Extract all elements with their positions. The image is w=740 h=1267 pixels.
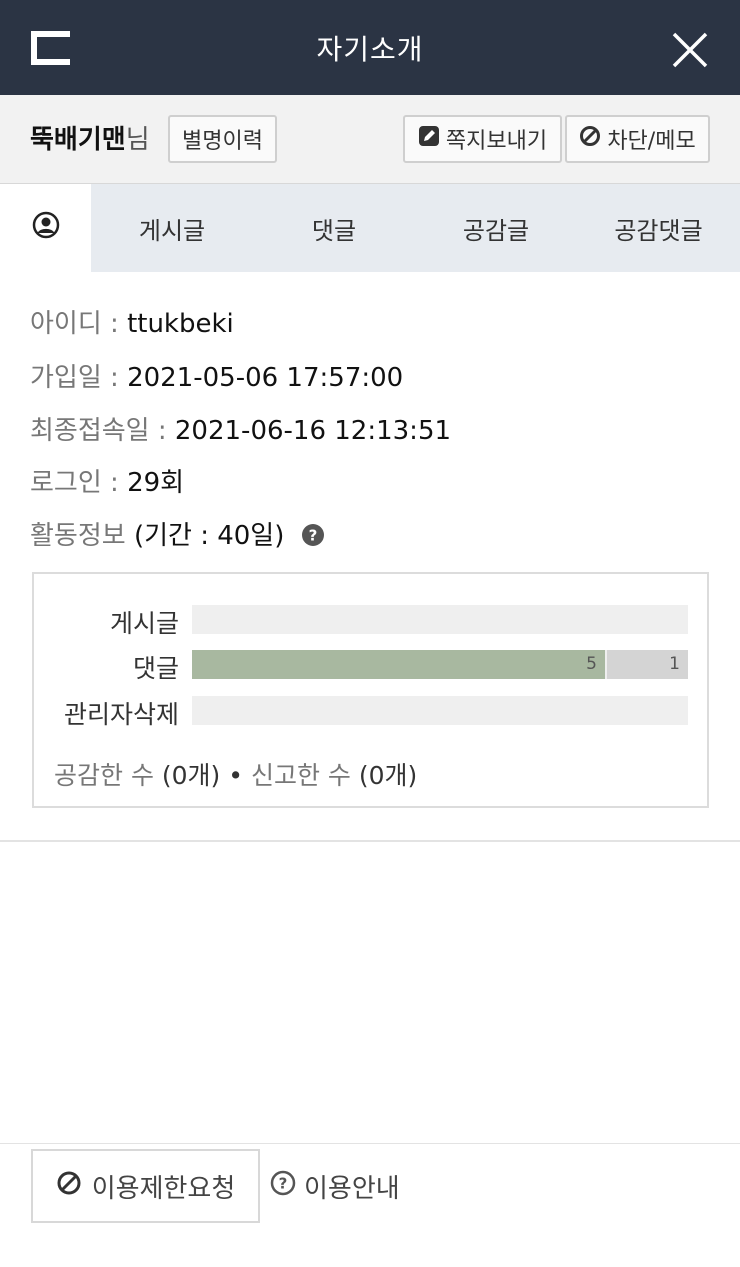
info-joined-label: 가입일 : <box>30 363 128 393</box>
activity-bar-posts <box>192 605 688 634</box>
block-icon <box>56 1170 82 1203</box>
profile-bar: 뚝배기맨님 별명이력 쪽지보내기 차단/메모 <box>0 95 740 184</box>
pencil-icon <box>418 125 440 153</box>
tab-profile[interactable] <box>0 184 91 272</box>
footer-divider <box>0 1143 740 1144</box>
user-circle-icon <box>32 211 60 245</box>
send-message-label: 쪽지보내기 <box>445 129 548 154</box>
nickname-history-label: 별명이력 <box>182 129 263 154</box>
info-activity-period: (기간 : 40일) <box>125 521 285 551</box>
activity-box: 게시글 댓글 5 1 관리자삭제 공감한 수 (0개) • 신고한 수 (0개) <box>32 572 709 808</box>
info-id: 아이디 : ttukbeki <box>30 303 234 340</box>
activity-row-label: 관리자삭제 <box>63 700 179 729</box>
svg-text:?: ? <box>279 1175 288 1193</box>
close-icon[interactable] <box>668 28 712 72</box>
profile-tabs: 게시글 댓글 공감글 공감댓글 <box>0 184 740 272</box>
info-login-count: 로그인 : 29회 <box>30 462 184 499</box>
block-icon <box>579 125 601 153</box>
activity-row-label: 게시글 <box>109 609 179 638</box>
activity-bar-comments: 5 1 <box>192 650 688 679</box>
reports-value: (0개) <box>350 761 418 790</box>
tab-posts[interactable]: 게시글 <box>91 184 253 272</box>
tab-liked-posts[interactable]: 공감글 <box>415 184 577 272</box>
likes-label: 공감한 수 <box>54 761 154 790</box>
info-last-login-value: 2021-06-16 12:13:51 <box>174 416 452 446</box>
activity-row-label: 댓글 <box>132 654 179 683</box>
nickname: 뚝배기맨님 <box>30 119 150 156</box>
reports-label: 신고한 수 <box>250 761 351 790</box>
block-memo-label: 차단/메모 <box>607 129 696 154</box>
activity-summary: 공감한 수 (0개) • 신고한 수 (0개) <box>54 756 417 792</box>
info-login-label: 로그인 : <box>30 468 128 498</box>
restriction-request-button[interactable]: 이용제한요청 <box>31 1149 260 1223</box>
info-id-label: 아이디 : <box>30 309 128 339</box>
info-activity-label: 활동정보 <box>30 521 126 551</box>
usage-guide-label: 이용안내 <box>304 1174 400 1204</box>
restriction-request-label: 이용제한요청 <box>91 1173 236 1204</box>
page-title: 자기소개 <box>316 33 424 66</box>
question-circle-icon[interactable]: ? <box>301 523 325 547</box>
nickname-text: 뚝배기맨 <box>30 125 126 155</box>
question-circle-icon: ? <box>270 1170 296 1203</box>
tab-liked-comments[interactable]: 공감댓글 <box>577 184 740 272</box>
likes-value: (0개) <box>153 761 221 790</box>
bar-segment-primary: 5 <box>192 650 605 679</box>
info-login-value: 29회 <box>127 468 185 498</box>
block-memo-button[interactable]: 차단/메모 <box>565 115 710 163</box>
top-header: 자기소개 <box>0 0 740 95</box>
tab-comments[interactable]: 댓글 <box>253 184 415 272</box>
usage-guide-link[interactable]: ? 이용안내 <box>270 1168 400 1205</box>
section-divider <box>0 840 740 842</box>
info-joined-value: 2021-05-06 17:57:00 <box>127 363 404 393</box>
info-last-login-label: 최종접속일 : <box>30 416 175 446</box>
info-joined: 가입일 : 2021-05-06 17:57:00 <box>30 357 403 394</box>
nickname-history-button[interactable]: 별명이력 <box>168 115 277 163</box>
activity-bar-admin-deleted <box>192 696 688 725</box>
send-message-button[interactable]: 쪽지보내기 <box>403 115 562 163</box>
info-id-value: ttukbeki <box>127 309 234 339</box>
info-activity: 활동정보 (기간 : 40일) ? <box>30 515 325 552</box>
info-last-login: 최종접속일 : 2021-06-16 12:13:51 <box>30 410 451 447</box>
bar-segment-secondary: 1 <box>607 650 688 679</box>
summary-separator: • <box>220 761 251 790</box>
nickname-suffix: 님 <box>125 125 150 155</box>
svg-text:?: ? <box>308 527 317 545</box>
